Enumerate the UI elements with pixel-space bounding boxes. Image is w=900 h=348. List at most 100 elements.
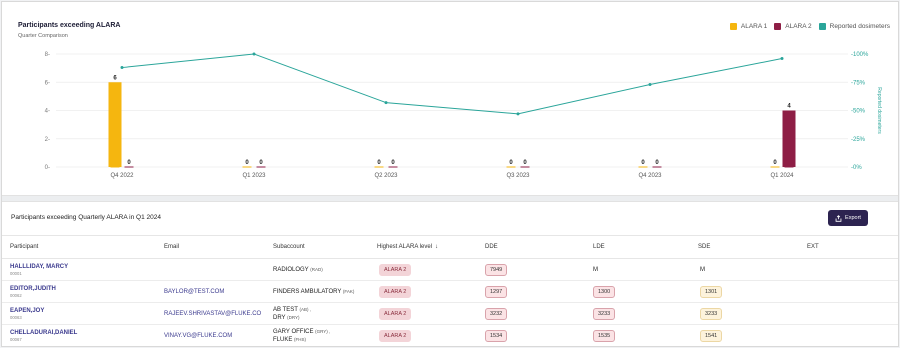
subaccount-cell: RADIOLOGY (RAD) bbox=[273, 259, 323, 280]
subaccount-code: (AB) , bbox=[299, 306, 311, 312]
subaccount-cell: FINDERS AMBULATORY (FAK) bbox=[273, 281, 354, 302]
sde-value: 1541 bbox=[700, 329, 723, 342]
participant-email[interactable]: VINAY.VG@FLUKE.COM bbox=[164, 333, 232, 339]
col-header-subaccount[interactable]: Subaccount bbox=[273, 236, 305, 258]
col-header-email[interactable]: Email bbox=[164, 236, 179, 258]
col-header-alara[interactable]: Highest ALARA level ↓ bbox=[377, 236, 438, 258]
y-right-axis-label: Reported dosimeters bbox=[876, 87, 882, 134]
bar-data-label: 0 bbox=[245, 160, 249, 166]
participant-id: 00062 bbox=[10, 292, 22, 298]
table-row[interactable]: CHELLADURAI,DANIEL 00067 VINAY.VG@FLUKE.CO… bbox=[2, 325, 898, 346]
dde-value: 1297 bbox=[485, 285, 508, 298]
line-point bbox=[780, 57, 784, 61]
participant-cell: CHELLADURAI,DANIEL 00067 bbox=[10, 325, 77, 346]
x-tick-label: Q2 2023 bbox=[374, 173, 398, 179]
alara-badge: ALARA 2 bbox=[379, 329, 412, 342]
bar-data-label: 0 bbox=[773, 160, 777, 166]
subaccount-name: AB TEST bbox=[273, 306, 298, 313]
sde-cell: M bbox=[700, 259, 705, 280]
dde-value: 7949 bbox=[485, 263, 508, 276]
participant-email[interactable]: RAJEEV.SHRIVASTAV@FLUKE.CO bbox=[164, 311, 261, 317]
alara-cell: ALARA 2 bbox=[379, 259, 412, 280]
subaccount-line: DRY (DRY) bbox=[273, 314, 300, 322]
subaccount-code: (GRY) , bbox=[315, 328, 331, 334]
participant-cell: EDITOR,JUDITH 00062 bbox=[10, 281, 56, 302]
section-divider bbox=[2, 195, 898, 202]
x-tick-label: Q3 2023 bbox=[506, 173, 530, 179]
col-header-alara-label: Highest ALARA level bbox=[377, 244, 433, 250]
subaccount-cell: AB TEST (AB) , DRY (DRY) bbox=[273, 303, 311, 324]
participant-cell: EAPEN,JOY 00063 bbox=[10, 303, 44, 324]
bar-data-label: 0 bbox=[655, 160, 659, 166]
app-frame: Participants exceeding ALARA Quarter Com… bbox=[1, 1, 899, 347]
bar-alara-2 bbox=[782, 110, 796, 167]
col-header-participant[interactable]: Participant bbox=[10, 236, 38, 258]
line-point bbox=[516, 112, 520, 116]
sde-value: 1301 bbox=[700, 285, 723, 298]
subaccount-line: RADIOLOGY (RAD) bbox=[273, 266, 323, 274]
alara-chart: 0- 2- 4- 6- 8- -0% -25% -50% -75% -100% Reported d… bbox=[45, 52, 882, 179]
participant-id: 00063 bbox=[10, 314, 22, 320]
subaccount-line: FINDERS AMBULATORY (FAK) bbox=[273, 288, 354, 296]
line-reported-dosimeters bbox=[121, 53, 783, 115]
subaccount-line: GARY OFFICE (GRY) , bbox=[273, 328, 330, 336]
alara-badge: ALARA 2 bbox=[379, 307, 412, 320]
subaccount-name: FINDERS AMBULATORY bbox=[273, 288, 342, 295]
y-right-tick-label: -50% bbox=[851, 109, 866, 115]
y-left-tick-label: 8- bbox=[45, 52, 50, 58]
lde-cell: 3233 bbox=[593, 303, 616, 324]
dde-cell: 1297 bbox=[485, 281, 508, 302]
subaccount-cell: GARY OFFICE (GRY) , FLUKE (FHS) bbox=[273, 325, 330, 346]
export-button-label: Export bbox=[845, 215, 861, 221]
sort-down-icon[interactable]: ↓ bbox=[435, 244, 438, 250]
alara-badge: ALARA 2 bbox=[379, 263, 412, 276]
col-header-ext[interactable]: EXT bbox=[807, 236, 819, 258]
sde-value: M bbox=[700, 266, 705, 273]
x-tick-label: Q1 2024 bbox=[770, 173, 794, 179]
export-button[interactable]: Export bbox=[828, 210, 868, 226]
table-title: Participants exceeding Quarterly ALARA i… bbox=[11, 214, 161, 221]
col-header-dde[interactable]: DDE bbox=[485, 236, 498, 258]
x-tick-label: Q4 2022 bbox=[110, 173, 134, 179]
email-cell: RAJEEV.SHRIVASTAV@FLUKE.CO bbox=[164, 303, 261, 324]
lde-cell: M bbox=[593, 259, 598, 280]
dde-cell: 3232 bbox=[485, 303, 508, 324]
lde-value: 1535 bbox=[593, 329, 616, 342]
lde-value: 3233 bbox=[593, 307, 616, 320]
subaccount-code: (RAD) bbox=[310, 266, 323, 272]
x-tick-label: Q1 2023 bbox=[242, 173, 266, 179]
subaccount-code: (FAK) bbox=[342, 288, 355, 294]
alara-badge: ALARA 2 bbox=[379, 285, 412, 298]
participant-email[interactable]: BAYLOR@TEST.COM bbox=[164, 289, 224, 295]
col-header-sde[interactable]: SDE bbox=[698, 236, 710, 258]
export-icon bbox=[835, 214, 842, 222]
y-right-tick-label: -25% bbox=[851, 137, 866, 143]
sde-cell: 3233 bbox=[700, 303, 723, 324]
participant-cell: HALLLIDAY, MARCY 00001 bbox=[10, 259, 68, 280]
subaccount-line: AB TEST (AB) , bbox=[273, 306, 311, 314]
y-left-tick-label: 2- bbox=[45, 137, 50, 143]
sde-cell: 1541 bbox=[700, 325, 723, 346]
participant-name[interactable]: EDITOR,JUDITH bbox=[10, 286, 56, 292]
line-point bbox=[252, 52, 256, 56]
lde-cell: 1300 bbox=[593, 281, 616, 302]
col-header-lde[interactable]: LDE bbox=[593, 236, 605, 258]
table-row[interactable]: EDITOR,JUDITH 00062 BAYLOR@TEST.COM FINDERS… bbox=[2, 281, 898, 303]
subaccount-name: FLUKE bbox=[273, 336, 293, 343]
subaccount-name: RADIOLOGY bbox=[273, 266, 309, 273]
bar-data-label: 0 bbox=[391, 160, 395, 166]
participant-id: 00001 bbox=[10, 270, 22, 276]
lde-cell: 1535 bbox=[593, 325, 616, 346]
subaccount-line: FLUKE (FHS) bbox=[273, 336, 306, 344]
email-cell: BAYLOR@TEST.COM bbox=[164, 281, 224, 302]
participant-name[interactable]: EAPEN,JOY bbox=[10, 308, 44, 314]
table-row[interactable]: HALLLIDAY, MARCY 00001 RADIOLOGY (RAD) ALAR… bbox=[2, 259, 898, 281]
bar-data-label: 0 bbox=[259, 160, 263, 166]
participant-name[interactable]: HALLLIDAY, MARCY bbox=[10, 264, 68, 270]
participant-id: 00067 bbox=[10, 336, 22, 342]
subaccount-code: (FHS) bbox=[294, 336, 307, 342]
dde-cell: 1534 bbox=[485, 325, 508, 346]
participant-name[interactable]: CHELLADURAI,DANIEL bbox=[10, 330, 77, 336]
table-row[interactable]: EAPEN,JOY 00063 RAJEEV.SHRIVASTAV@FLUKE.CO… bbox=[2, 303, 898, 325]
dde-value: 3232 bbox=[485, 307, 508, 320]
